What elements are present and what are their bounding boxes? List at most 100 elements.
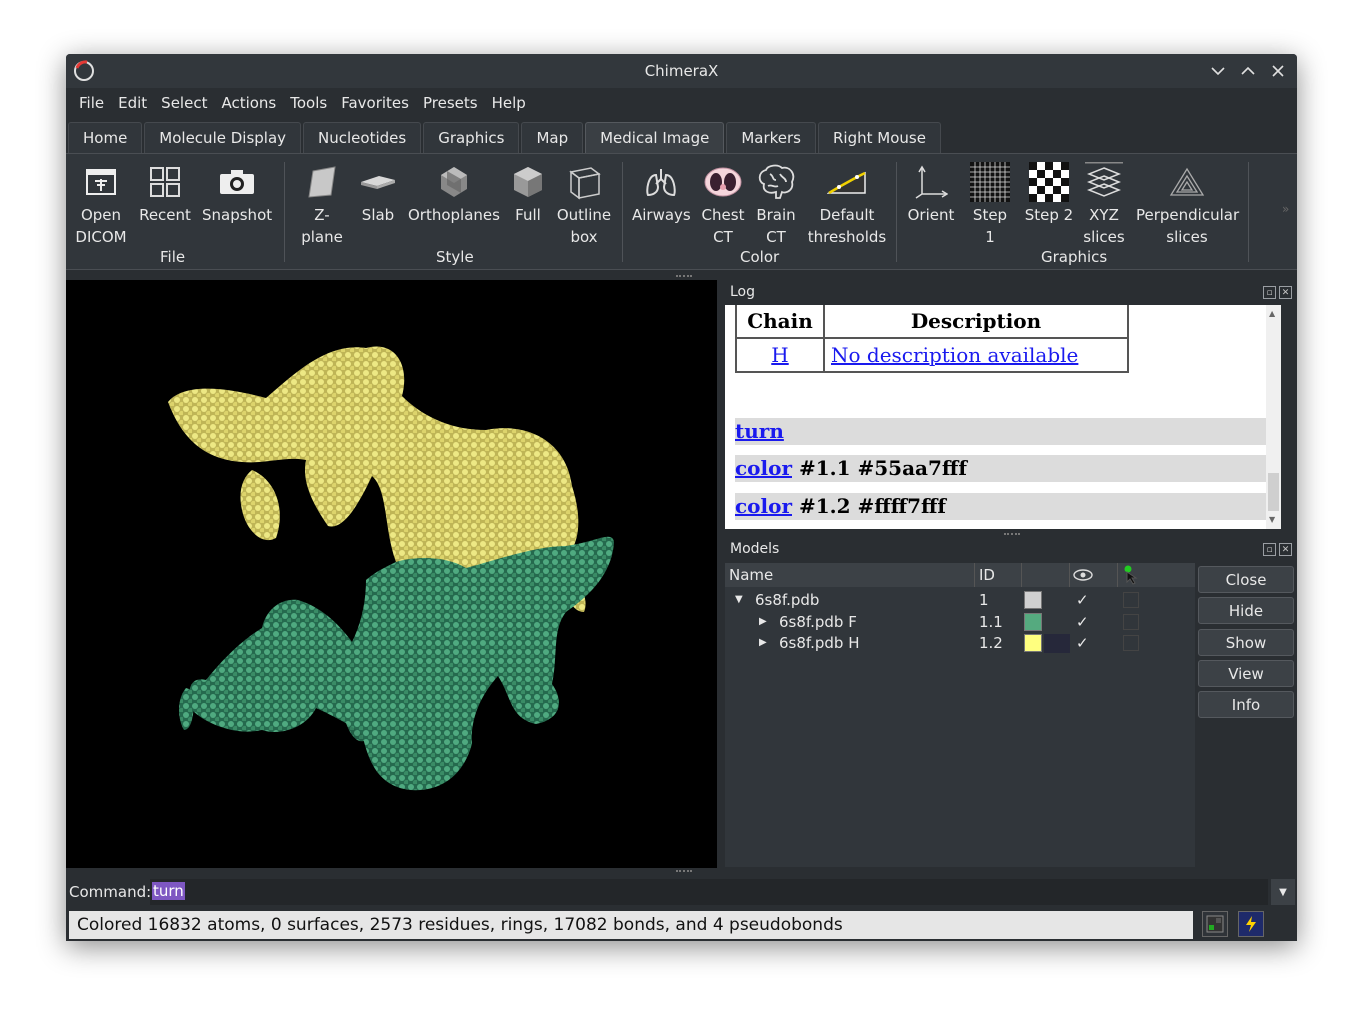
minimize-icon[interactable]: [1205, 58, 1231, 84]
perpendicular-slices-button[interactable]: Perpendicular slices: [1136, 160, 1239, 248]
models-table: Name ID ▼ 6s8f.pdb 1 ✓ ▶ 6s8f.pdb F 1.1 …: [725, 563, 1195, 867]
chest-ct-button[interactable]: Chest CT: [698, 160, 748, 248]
command-link[interactable]: color: [735, 456, 792, 480]
molecule-3d-render: [168, 346, 614, 791]
step-1-button[interactable]: Step 1: [966, 160, 1014, 248]
table-row[interactable]: ▶ 6s8f.pdb H 1.2 ✓: [725, 633, 1195, 654]
color-swatch[interactable]: [1024, 591, 1042, 609]
ribbon-overflow-icon[interactable]: »: [1282, 202, 1289, 216]
info-model-button[interactable]: Info: [1198, 691, 1294, 718]
snapshot-button[interactable]: Snapshot: [202, 160, 272, 226]
xyz-slices-button[interactable]: XYZ slices: [1080, 160, 1128, 248]
view-model-button[interactable]: View: [1198, 660, 1294, 687]
command-history-dropdown[interactable]: ▼: [1271, 879, 1295, 905]
orthoplanes-icon: [441, 167, 467, 197]
default-thresholds-button[interactable]: Default thresholds: [806, 160, 888, 248]
log-scrollbar[interactable]: ▲ ▼: [1266, 305, 1281, 529]
command-link[interactable]: color: [735, 494, 792, 518]
airways-button[interactable]: Airways: [632, 160, 691, 226]
models-table-header: Name ID: [725, 563, 1195, 587]
status-message: Colored 16832 atoms, 0 surfaces, 2573 re…: [69, 911, 1193, 939]
menu-edit[interactable]: Edit: [111, 94, 154, 112]
menu-help[interactable]: Help: [485, 94, 533, 112]
splitter-handle[interactable]: [676, 275, 692, 277]
command-link[interactable]: turn: [735, 419, 784, 443]
slab-icon: [361, 176, 395, 189]
close-panel-icon[interactable]: ✕: [1279, 286, 1292, 299]
close-icon[interactable]: [1265, 58, 1291, 84]
chain-link[interactable]: H: [771, 343, 788, 367]
expand-down-icon[interactable]: ▼: [735, 594, 743, 605]
slab-button[interactable]: Slab: [358, 160, 398, 226]
chimerax-window: ChimeraX File Edit Select Actions Tools …: [66, 54, 1297, 941]
pointer-select-icon: [1124, 565, 1138, 585]
command-input[interactable]: turn: [150, 879, 1268, 905]
ribbon-separator: [284, 162, 285, 262]
tab-home[interactable]: Home: [68, 122, 143, 153]
scrollbar-thumb[interactable]: [1268, 473, 1279, 511]
close-model-button[interactable]: Close: [1198, 566, 1294, 593]
models-panel-title: Models: [730, 541, 780, 557]
menu-select[interactable]: Select: [154, 94, 214, 112]
title-bar: ChimeraX: [66, 54, 1297, 88]
color-swatch[interactable]: [1024, 613, 1042, 631]
shown-checkbox[interactable]: ✓: [1076, 613, 1089, 631]
select-checkbox[interactable]: [1123, 635, 1139, 651]
menu-file[interactable]: File: [72, 94, 111, 112]
graphics-stats-icon[interactable]: [1202, 911, 1228, 937]
log-command-line: color #1.1 #55aa7fff: [735, 455, 1269, 482]
open-dicom-button[interactable]: Open DICOM: [72, 160, 130, 248]
shown-checkbox[interactable]: ✓: [1076, 591, 1089, 609]
shown-checkbox[interactable]: ✓: [1076, 634, 1089, 652]
color-swatch[interactable]: [1024, 634, 1042, 652]
orthoplanes-button[interactable]: Orthoplanes: [408, 160, 500, 226]
tab-nucleotides[interactable]: Nucleotides: [303, 122, 422, 153]
column-id[interactable]: ID: [979, 566, 995, 584]
tab-medical-image[interactable]: Medical Image: [585, 122, 725, 153]
tab-right-mouse[interactable]: Right Mouse: [818, 122, 941, 153]
xyz-slices-icon: [1085, 162, 1123, 197]
outline-box-icon: [569, 167, 601, 200]
z-plane-button[interactable]: Z-plane: [294, 160, 350, 248]
table-row[interactable]: ▼ 6s8f.pdb 1 ✓: [725, 590, 1195, 611]
chimerax-logo-icon: [74, 60, 94, 81]
hide-model-button[interactable]: Hide: [1198, 597, 1294, 624]
tab-map[interactable]: Map: [521, 122, 584, 153]
select-checkbox[interactable]: [1123, 614, 1139, 630]
description-link[interactable]: No description available: [831, 343, 1078, 367]
outline-box-button[interactable]: Outline box: [554, 160, 614, 248]
maximize-icon[interactable]: [1235, 58, 1261, 84]
command-bar: Command: turn ▼: [66, 876, 1297, 908]
menu-actions[interactable]: Actions: [214, 94, 283, 112]
select-checkbox[interactable]: [1123, 592, 1139, 608]
graphics-viewport[interactable]: [66, 280, 717, 868]
tab-markers[interactable]: Markers: [726, 122, 816, 153]
tab-graphics[interactable]: Graphics: [423, 122, 520, 153]
recent-button[interactable]: Recent: [138, 160, 192, 226]
show-model-button[interactable]: Show: [1198, 629, 1294, 656]
column-name[interactable]: Name: [729, 566, 773, 584]
scroll-down-icon[interactable]: ▼: [1269, 515, 1275, 524]
orient-button[interactable]: Orient: [906, 160, 956, 226]
group-label-color: Color: [740, 248, 780, 266]
brain-ct-button[interactable]: Brain CT: [752, 160, 800, 248]
table-row[interactable]: ▶ 6s8f.pdb F 1.1 ✓: [725, 612, 1195, 633]
menu-presets[interactable]: Presets: [416, 94, 485, 112]
splitter-handle[interactable]: [1004, 533, 1020, 535]
undock-icon[interactable]: ▫: [1263, 543, 1276, 556]
undock-icon[interactable]: ▫: [1263, 286, 1276, 299]
close-panel-icon[interactable]: ✕: [1279, 543, 1292, 556]
splitter-handle[interactable]: [676, 870, 692, 872]
scroll-up-icon[interactable]: ▲: [1269, 309, 1275, 318]
menu-favorites[interactable]: Favorites: [334, 94, 416, 112]
recent-grid-icon: [150, 167, 180, 197]
full-button[interactable]: Full: [508, 160, 548, 226]
group-label-file: File: [160, 248, 186, 266]
lightning-icon[interactable]: [1238, 911, 1264, 937]
menu-tools[interactable]: Tools: [283, 94, 334, 112]
tab-molecule-display[interactable]: Molecule Display: [144, 122, 302, 153]
ribbon-toolbar: Open DICOM Recent Snapshot Z-plane Slab …: [66, 153, 1297, 270]
expand-right-icon[interactable]: ▶: [759, 616, 767, 627]
expand-right-icon[interactable]: ▶: [759, 637, 767, 648]
step-2-button[interactable]: Step 2: [1024, 160, 1074, 226]
